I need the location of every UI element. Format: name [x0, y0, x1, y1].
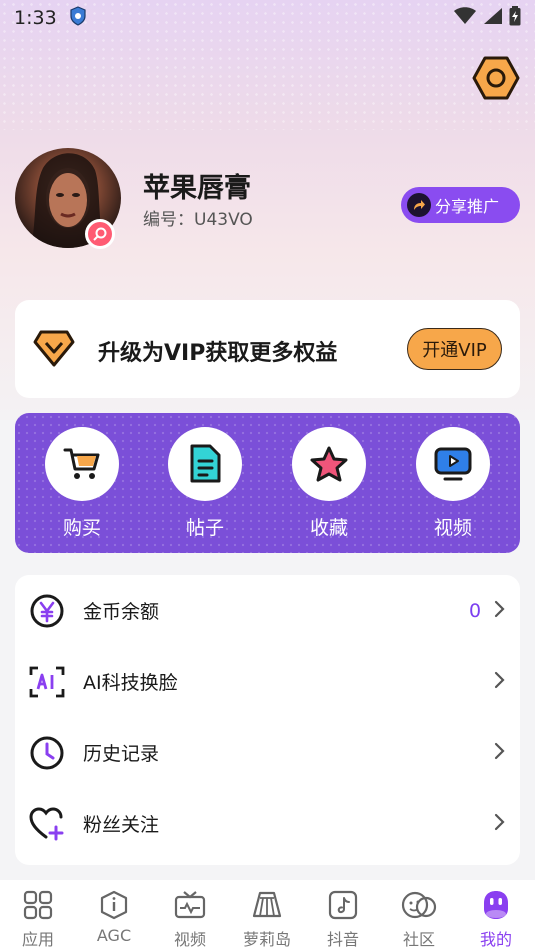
gender-badge	[85, 219, 115, 249]
ai-face-icon	[29, 664, 65, 700]
share-label: 分享推广	[435, 197, 500, 216]
quick-action-purchase[interactable]: 购买	[44, 427, 120, 540]
community-icon	[389, 888, 449, 922]
chevron-right-icon	[493, 671, 505, 693]
tab-loli-island[interactable]: 萝莉岛	[237, 888, 297, 950]
quick-actions-panel: 购买 帖子 收藏 视频	[15, 413, 520, 553]
status-bar: 1:33	[0, 0, 535, 36]
tab-label-apps: 应用	[21, 930, 54, 949]
tab-apps[interactable]: 应用	[8, 888, 68, 950]
share-promotion-button[interactable]: 分享推广	[401, 187, 520, 223]
vip-banner[interactable]: 升级为VIP获取更多权益 开通VIP	[15, 300, 520, 398]
menu-label-history: 历史记录	[83, 743, 160, 765]
open-vip-button[interactable]: 开通VIP	[407, 328, 502, 370]
status-right-group	[453, 6, 521, 30]
quick-label-posts: 帖子	[185, 517, 224, 539]
document-icon	[190, 444, 221, 483]
quick-action-posts[interactable]: 帖子	[167, 427, 243, 540]
menu-label-ai-face-swap: AI科技换脸	[83, 672, 178, 694]
tab-label-douyin: 抖音	[326, 930, 359, 949]
wifi-icon	[453, 7, 477, 29]
settings-hexagon-icon	[472, 56, 520, 100]
grid-icon	[8, 888, 68, 922]
yen-coin-icon	[29, 593, 65, 629]
menu-item-fans-follow[interactable]: 粉丝关注	[15, 788, 520, 859]
tab-label-video: 视频	[173, 930, 206, 949]
share-arrow-icon	[407, 193, 431, 217]
username: 苹果唇膏	[143, 173, 251, 204]
tab-label-agc: AGC	[96, 926, 132, 945]
info-hex-icon	[84, 888, 144, 922]
heart-plus-icon	[29, 806, 65, 842]
cart-icon	[63, 448, 100, 479]
shield-status-icon	[69, 6, 87, 30]
battery-icon	[509, 6, 521, 30]
quick-label-videos: 视频	[433, 517, 472, 539]
quick-label-favorites: 收藏	[309, 517, 348, 539]
chevron-right-icon	[493, 742, 505, 764]
user-id: 编号：U43VO	[143, 210, 253, 230]
signal-icon	[483, 7, 503, 29]
tv-icon	[160, 888, 220, 922]
menu-item-ai-face-swap[interactable]: AI科技换脸	[15, 646, 520, 717]
tab-label-loli-island: 萝莉岛	[242, 930, 291, 949]
tiktok-icon	[313, 888, 373, 922]
menu-item-coin-balance[interactable]: 金币余额 0	[15, 575, 520, 646]
vip-promo-text: 升级为VIP获取更多权益	[98, 341, 338, 366]
tab-label-mine: 我的	[479, 930, 512, 949]
bottom-tab-bar: 应用 AGC 视频 萝莉岛 抖音 社区 我的	[0, 880, 535, 951]
status-time: 1:33	[14, 7, 57, 29]
quick-action-favorites[interactable]: 收藏	[291, 427, 367, 540]
tab-label-community: 社区	[402, 930, 435, 949]
tab-mine[interactable]: 我的	[466, 888, 526, 950]
female-icon	[93, 227, 107, 241]
coin-balance-value: 0	[469, 599, 482, 622]
tab-video[interactable]: 视频	[160, 888, 220, 950]
menu-item-history[interactable]: 历史记录	[15, 717, 520, 788]
tab-douyin[interactable]: 抖音	[313, 888, 373, 950]
chevron-right-icon	[493, 600, 505, 622]
menu-label-coin-balance: 金币余额	[83, 601, 160, 623]
profile-icon	[466, 888, 526, 922]
quick-label-purchase: 购买	[62, 517, 101, 539]
settings-button[interactable]	[472, 55, 520, 101]
chevron-right-icon	[493, 813, 505, 835]
video-play-icon	[434, 447, 472, 481]
skirt-icon	[237, 888, 297, 922]
clock-icon	[29, 735, 65, 771]
menu-label-fans-follow: 粉丝关注	[83, 814, 160, 836]
menu-list: 金币余额 0 AI科技换脸 历史记录 粉丝关注	[15, 575, 520, 865]
quick-action-videos[interactable]: 视频	[415, 427, 491, 540]
vip-diamond-icon	[33, 330, 75, 372]
tab-agc[interactable]: AGC	[84, 888, 144, 945]
star-icon	[310, 446, 348, 482]
tab-community[interactable]: 社区	[389, 888, 449, 950]
